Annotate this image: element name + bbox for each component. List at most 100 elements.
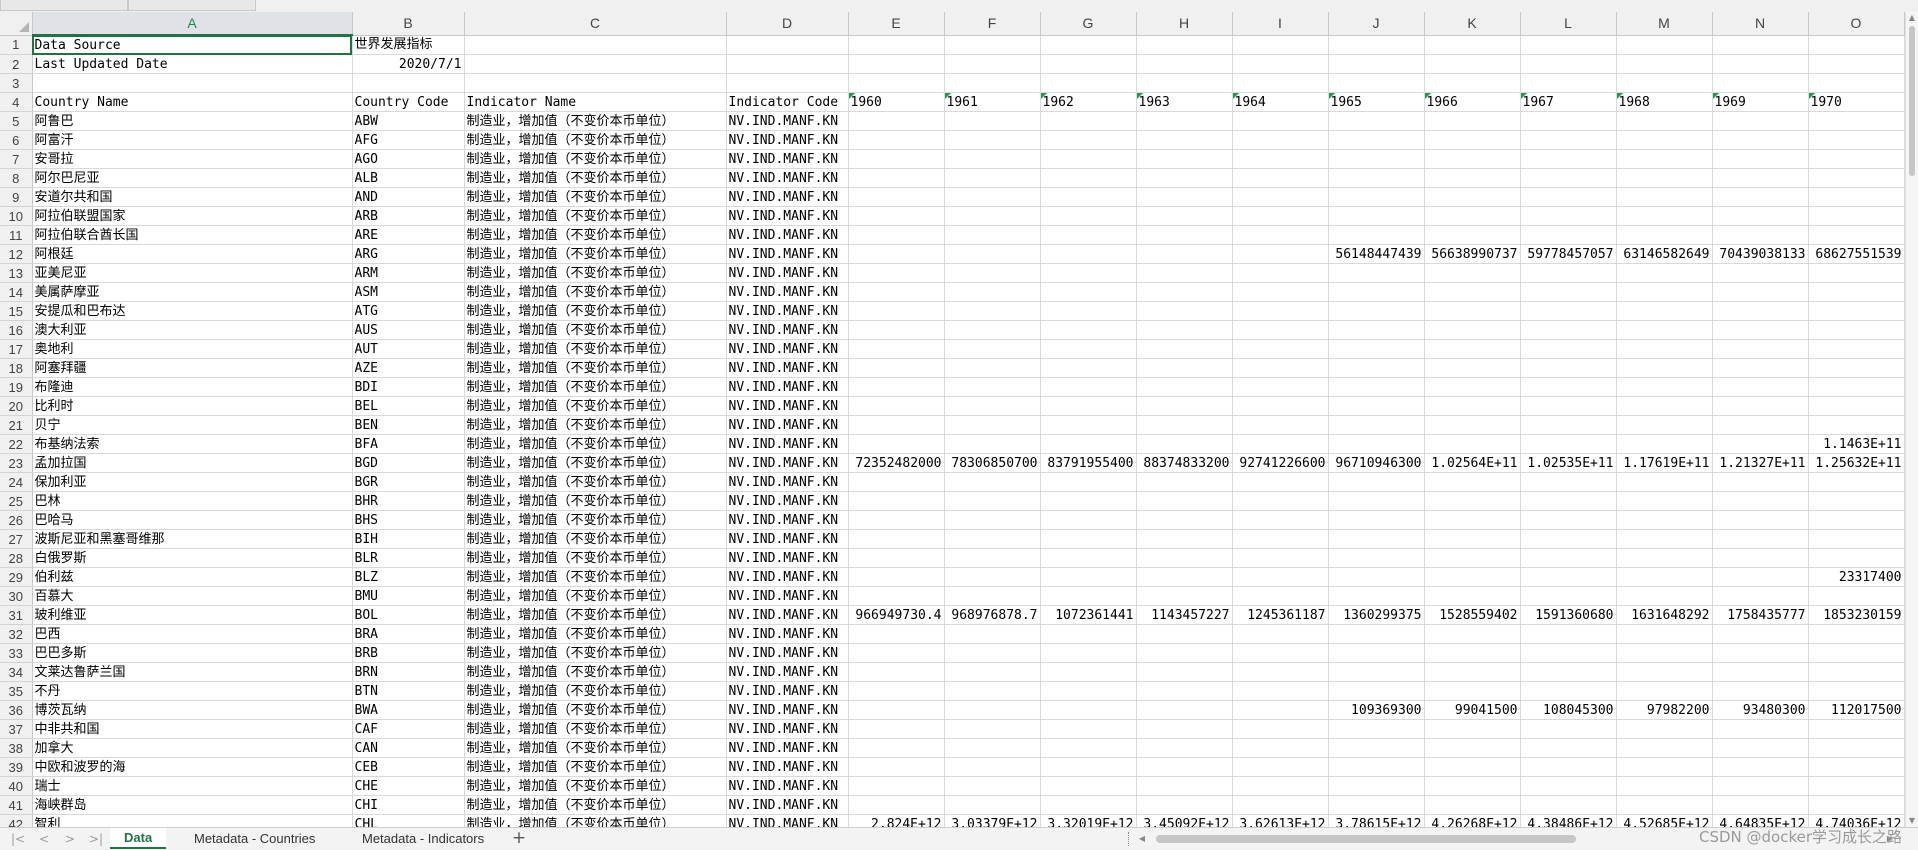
cell-f2[interactable] — [944, 54, 1041, 74]
cell-c21[interactable]: 制造业，增加值（不变价本币单位） — [464, 415, 727, 435]
cell-d5[interactable]: NV.IND.MANF.KN — [726, 111, 849, 131]
cell-k34[interactable] — [1424, 662, 1521, 682]
cell-h16[interactable] — [1136, 320, 1233, 340]
cell-a22[interactable]: 布基纳法索 — [32, 434, 353, 454]
cell-n15[interactable] — [1712, 301, 1809, 321]
cell-b15[interactable]: ATG — [352, 301, 465, 321]
cell-k26[interactable] — [1424, 510, 1521, 530]
cell-a33[interactable]: 巴巴多斯 — [32, 643, 353, 663]
cell-a42[interactable]: 智利 — [32, 814, 353, 827]
cell-e14[interactable] — [848, 282, 945, 302]
cell-d29[interactable]: NV.IND.MANF.KN — [726, 567, 849, 587]
cell-e23[interactable]: 72352482000 — [848, 453, 945, 473]
cell-m5[interactable] — [1616, 111, 1713, 131]
cell-a31[interactable]: 玻利维亚 — [32, 605, 353, 625]
cell-m24[interactable] — [1616, 472, 1713, 492]
cell-b22[interactable]: BFA — [352, 434, 465, 454]
cell-h40[interactable] — [1136, 776, 1233, 796]
cell-j25[interactable] — [1328, 491, 1425, 511]
cell-o22[interactable]: 1.1463E+11 — [1808, 434, 1905, 454]
cell-i26[interactable] — [1232, 510, 1329, 530]
cell-c39[interactable]: 制造业，增加值（不变价本币单位） — [464, 757, 727, 777]
cell-l36[interactable]: 108045300 — [1520, 700, 1617, 720]
cell-b29[interactable]: BLZ — [352, 567, 465, 587]
cell-j15[interactable] — [1328, 301, 1425, 321]
cell-m4[interactable]: 1968 — [1616, 92, 1713, 112]
cell-m10[interactable] — [1616, 206, 1713, 226]
cell-d20[interactable]: NV.IND.MANF.KN — [726, 396, 849, 416]
cell-n7[interactable] — [1712, 149, 1809, 169]
row-header[interactable]: 6 — [0, 130, 33, 150]
cell-k4[interactable]: 1966 — [1424, 92, 1521, 112]
cell-d23[interactable]: NV.IND.MANF.KN — [726, 453, 849, 473]
cell-c23[interactable]: 制造业，增加值（不变价本币单位） — [464, 453, 727, 473]
cell-m27[interactable] — [1616, 529, 1713, 549]
cell-a6[interactable]: 阿富汗 — [32, 130, 353, 150]
cell-e33[interactable] — [848, 643, 945, 663]
cell-n41[interactable] — [1712, 795, 1809, 815]
cell-c27[interactable]: 制造业，增加值（不变价本币单位） — [464, 529, 727, 549]
cell-f3[interactable] — [944, 73, 1041, 93]
cell-b33[interactable]: BRB — [352, 643, 465, 663]
cell-g9[interactable] — [1040, 187, 1137, 207]
cell-e15[interactable] — [848, 301, 945, 321]
cell-o1[interactable] — [1808, 35, 1905, 55]
scroll-right-arrow-icon[interactable]: ▶ — [1884, 832, 1896, 846]
cell-o23[interactable]: 1.25632E+11 — [1808, 453, 1905, 473]
cell-e8[interactable] — [848, 168, 945, 188]
cell-b13[interactable]: ARM — [352, 263, 465, 283]
cell-c13[interactable]: 制造业，增加值（不变价本币单位） — [464, 263, 727, 283]
cell-o7[interactable] — [1808, 149, 1905, 169]
cell-k22[interactable] — [1424, 434, 1521, 454]
cell-j40[interactable] — [1328, 776, 1425, 796]
cell-f19[interactable] — [944, 377, 1041, 397]
cell-l28[interactable] — [1520, 548, 1617, 568]
cell-n23[interactable]: 1.21327E+11 — [1712, 453, 1809, 473]
cell-h8[interactable] — [1136, 168, 1233, 188]
cell-o9[interactable] — [1808, 187, 1905, 207]
cell-k35[interactable] — [1424, 681, 1521, 701]
cell-a2[interactable]: Last Updated Date — [32, 54, 353, 74]
column-header-d[interactable]: D — [726, 12, 849, 36]
column-header-h[interactable]: H — [1136, 12, 1233, 36]
cell-m21[interactable] — [1616, 415, 1713, 435]
cell-f9[interactable] — [944, 187, 1041, 207]
cell-l30[interactable] — [1520, 586, 1617, 606]
cell-o39[interactable] — [1808, 757, 1905, 777]
last-sheet-nav-icon[interactable]: >| — [86, 830, 106, 848]
cell-n40[interactable] — [1712, 776, 1809, 796]
cell-c34[interactable]: 制造业，增加值（不变价本币单位） — [464, 662, 727, 682]
cell-f37[interactable] — [944, 719, 1041, 739]
cell-i30[interactable] — [1232, 586, 1329, 606]
cell-l24[interactable] — [1520, 472, 1617, 492]
cell-n19[interactable] — [1712, 377, 1809, 397]
cell-c30[interactable]: 制造业，增加值（不变价本币单位） — [464, 586, 727, 606]
cell-e17[interactable] — [848, 339, 945, 359]
cell-m26[interactable] — [1616, 510, 1713, 530]
cell-f17[interactable] — [944, 339, 1041, 359]
cell-g11[interactable] — [1040, 225, 1137, 245]
cell-j41[interactable] — [1328, 795, 1425, 815]
cell-i14[interactable] — [1232, 282, 1329, 302]
row-header[interactable]: 3 — [0, 73, 33, 93]
cell-o20[interactable] — [1808, 396, 1905, 416]
cell-b32[interactable]: BRA — [352, 624, 465, 644]
cell-i9[interactable] — [1232, 187, 1329, 207]
cell-j34[interactable] — [1328, 662, 1425, 682]
cell-e4[interactable]: 1960 — [848, 92, 945, 112]
cell-b9[interactable]: AND — [352, 187, 465, 207]
cell-b21[interactable]: BEN — [352, 415, 465, 435]
cell-k42[interactable]: 4.26268E+12 — [1424, 814, 1521, 827]
cell-o11[interactable] — [1808, 225, 1905, 245]
cell-b28[interactable]: BLR — [352, 548, 465, 568]
cell-j32[interactable] — [1328, 624, 1425, 644]
cell-i20[interactable] — [1232, 396, 1329, 416]
cell-e1[interactable] — [848, 35, 945, 55]
cell-g16[interactable] — [1040, 320, 1137, 340]
cell-o2[interactable] — [1808, 54, 1905, 74]
cell-n13[interactable] — [1712, 263, 1809, 283]
cell-c18[interactable]: 制造业，增加值（不变价本币单位） — [464, 358, 727, 378]
cell-g5[interactable] — [1040, 111, 1137, 131]
cell-o10[interactable] — [1808, 206, 1905, 226]
cell-j7[interactable] — [1328, 149, 1425, 169]
